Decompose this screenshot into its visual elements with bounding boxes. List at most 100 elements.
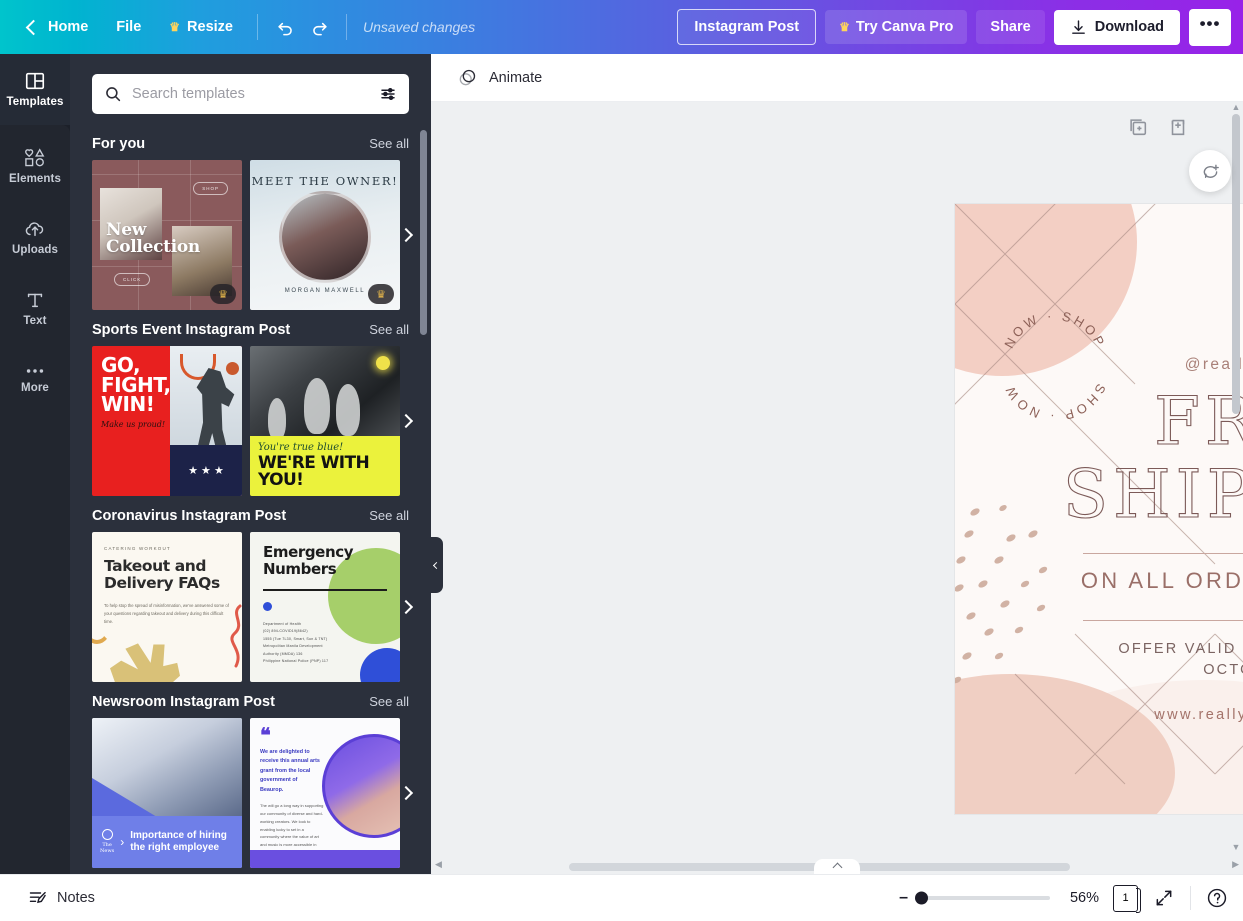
- contact-line: Department of Health: [263, 621, 302, 626]
- contact-lines: Department of Health (02) 894-COVID19(86…: [263, 621, 400, 666]
- template-thumb-new-collection[interactable]: SHOP CLICK New Collection ♛: [92, 160, 242, 310]
- canva-editor: Home File ♛ Resize Unsaved changes Insta…: [0, 0, 1243, 921]
- scroll-left-arrow[interactable]: ◀: [435, 859, 442, 870]
- animate-button[interactable]: Animate: [449, 62, 550, 93]
- sidebar-item-text[interactable]: Text: [0, 273, 70, 344]
- thumb-title: New Collection: [106, 220, 200, 258]
- chevron-right-icon: [398, 227, 414, 243]
- file-menu-button[interactable]: File: [102, 13, 155, 42]
- bottom-purple-bar: [250, 850, 400, 868]
- template-thumb-hiring-employee[interactable]: The News › Importance of hiring the righ…: [92, 718, 242, 868]
- contact-line: Philippine National Police (PNP) 117: [263, 659, 329, 664]
- design-offer-line-2: OCTOBER 20: [1203, 661, 1243, 678]
- share-button[interactable]: Share: [976, 10, 1045, 44]
- section-newsroom: Newsroom Instagram Post See all The News: [70, 694, 431, 868]
- scroll-down-arrow[interactable]: ▼: [1231, 842, 1241, 852]
- thumb-headline: Importance of hiring the right employee: [130, 829, 227, 853]
- sidebar-item-uploads[interactable]: Uploads: [0, 202, 70, 273]
- template-thumb-arts-grant-quote[interactable]: ❝ We are delighted to receive this annua…: [250, 718, 400, 868]
- chevron-left-icon-collapse: [432, 561, 441, 569]
- carousel-next-newsroom[interactable]: [393, 773, 419, 813]
- notes-button[interactable]: Notes: [18, 882, 105, 914]
- design-subtitle: ON ALL ORDERS OVER $30: [1080, 567, 1243, 593]
- svg-text:NOW · SHOP: NOW · SHOP: [1001, 308, 1109, 351]
- add-comment-button[interactable]: [1189, 150, 1231, 192]
- zoom-out-button[interactable]: –: [899, 890, 908, 906]
- design-page[interactable]: NOW · SHOP SHOP · NOW @reallygreatsite F…: [955, 204, 1243, 814]
- search-input[interactable]: [132, 86, 369, 102]
- stage-vertical-scrollbar[interactable]: [1232, 114, 1240, 414]
- chevron-right-icon-3: [398, 599, 414, 615]
- scroll-right-arrow[interactable]: ▶: [1232, 859, 1239, 870]
- thumb-row-4: The News › Importance of hiring the righ…: [70, 718, 431, 868]
- divider-2: [346, 14, 347, 40]
- collapse-panel-handle[interactable]: [431, 537, 443, 593]
- resize-label: Resize: [187, 18, 233, 35]
- contact-line: Metropolitan Manila Development: [263, 644, 323, 649]
- sidebar-item-more[interactable]: More: [0, 344, 70, 415]
- document-type-button[interactable]: Instagram Post: [677, 9, 817, 45]
- design-website: www.reallygreatsite.com: [1154, 706, 1243, 723]
- redo-button[interactable]: [302, 10, 336, 44]
- crown-icon-pro: ♛: [839, 20, 850, 34]
- headline-text: WE'RE WITH YOU!: [258, 453, 370, 490]
- globe-icon: [101, 829, 113, 841]
- design-stage[interactable]: NOW · SHOP SHOP · NOW @reallygreatsite F…: [431, 102, 1243, 874]
- template-thumb-takeout-faqs[interactable]: CATERING WORKOUT Takeout and Delivery FA…: [92, 532, 242, 682]
- carousel-next-for-you[interactable]: [393, 215, 419, 255]
- carousel-next-sports[interactable]: [393, 401, 419, 441]
- resize-button[interactable]: ♛ Resize: [155, 13, 247, 42]
- help-button[interactable]: [1205, 886, 1229, 910]
- template-thumb-meet-owner[interactable]: MEET THE OWNER! MORGAN MAXWELL ♛: [250, 160, 400, 310]
- see-all-sports[interactable]: See all: [369, 322, 409, 337]
- scroll-up-arrow[interactable]: ▲: [1231, 102, 1241, 112]
- sidebar-item-label-text: Text: [23, 315, 47, 328]
- download-button[interactable]: Download: [1053, 9, 1180, 45]
- more-options-button[interactable]: •••: [1189, 8, 1231, 46]
- sidebar-item-elements[interactable]: Elements: [0, 131, 70, 202]
- undo-button[interactable]: [268, 10, 302, 44]
- sidebar-item-templates[interactable]: Templates: [0, 54, 70, 125]
- thumb-row: SHOP CLICK New Collection ♛ MEET THE OWN…: [70, 160, 431, 310]
- fullscreen-expand-icon: [1156, 890, 1172, 906]
- thumb-title-4: Emergency Numbers: [263, 543, 354, 578]
- home-button[interactable]: Home: [14, 13, 102, 42]
- add-page-icon[interactable]: [1167, 116, 1189, 138]
- top-toolbar: Home File ♛ Resize Unsaved changes Insta…: [0, 0, 1243, 54]
- duplicate-page-icon[interactable]: [1127, 116, 1149, 138]
- template-thumb-go-fight-win[interactable]: GO, FIGHT, WIN! Make us proud! ★ ★ ★: [92, 346, 242, 496]
- notes-label: Notes: [57, 890, 95, 906]
- figure-3: [336, 384, 360, 436]
- template-thumb-were-with-you[interactable]: You're true blue! WE'RE WITH YOU!: [250, 346, 400, 496]
- zoom-slider[interactable]: [915, 891, 1050, 905]
- more-dots-icon: [26, 369, 44, 373]
- download-icon: [1071, 19, 1085, 34]
- search-box[interactable]: [92, 74, 409, 114]
- panel-scrollbar[interactable]: [420, 130, 427, 335]
- fullscreen-button[interactable]: [1152, 886, 1176, 910]
- see-all-newsroom[interactable]: See all: [369, 694, 409, 709]
- try-canva-pro-button[interactable]: ♛ Try Canva Pro: [825, 10, 968, 44]
- canvas-area: Animate NOW · SHOP SHOP · NOW @rea l FR …: [431, 54, 1243, 874]
- divider-line: [263, 588, 387, 591]
- arrow-glyph: ›: [120, 834, 125, 849]
- filter-sliders-icon[interactable]: [379, 85, 397, 103]
- editor-body: Templates Elements Uploads Text More Sea…: [0, 54, 1243, 874]
- figure-1: [268, 398, 286, 440]
- elements-icon: [25, 148, 45, 167]
- page-manager-button[interactable]: 1: [1113, 884, 1141, 913]
- sun-flare-icon: [376, 356, 390, 370]
- see-all-coronavirus[interactable]: See all: [369, 508, 409, 523]
- section-header: For you See all: [70, 136, 431, 160]
- photo-circle: [279, 190, 371, 283]
- thumb-kicker: CATERING WORKOUT: [104, 546, 171, 551]
- notes-icon: [29, 891, 46, 904]
- see-all-for-you[interactable]: See all: [369, 136, 409, 151]
- zoom-slider-knob[interactable]: [915, 891, 928, 905]
- template-thumb-emergency-numbers[interactable]: Emergency Numbers Department of Health (…: [250, 532, 400, 682]
- templates-scroll-region[interactable]: For you See all SHOP CLICK New Collectio…: [70, 124, 431, 874]
- carousel-next-coronavirus[interactable]: [393, 587, 419, 627]
- top-toolbar-right: Instagram Post ♛ Try Canva Pro Share Dow…: [677, 8, 1243, 46]
- pill-click: CLICK: [114, 273, 151, 286]
- expand-pages-caret[interactable]: [814, 859, 860, 874]
